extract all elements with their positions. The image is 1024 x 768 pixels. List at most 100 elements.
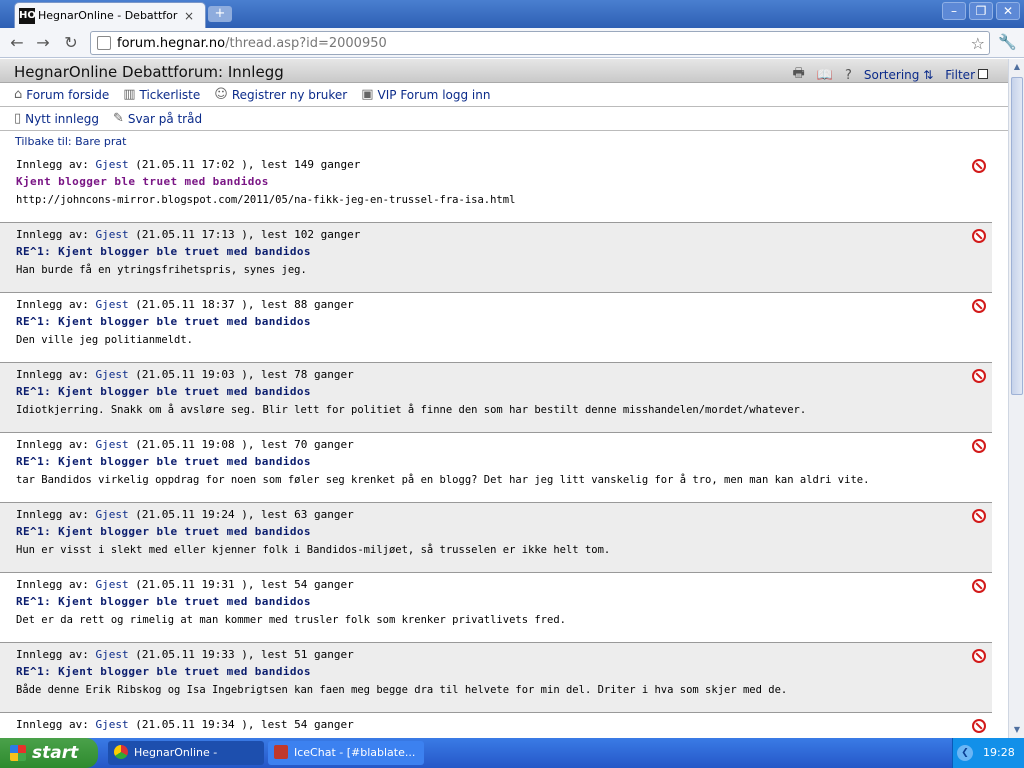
filter-label: Filter	[945, 68, 975, 82]
nav-label: Tickerliste	[139, 87, 201, 102]
filter-checkbox[interactable]	[978, 69, 988, 79]
wrench-menu-icon[interactable]: 🔧	[998, 33, 1017, 51]
post-meta-info: (21.05.11 19:33 ), lest 51 ganger	[128, 648, 354, 661]
post-body: Den ville jeg politianmeldt.	[16, 334, 194, 346]
post-title-link[interactable]: RE^1: Kjent blogger ble truet med bandid…	[16, 453, 992, 471]
post-meta-info: (21.05.11 19:31 ), lest 54 ganger	[128, 578, 354, 591]
post-meta-info: (21.05.11 17:13 ), lest 102 ganger	[128, 228, 361, 241]
post-meta: Innlegg av: Gjest (21.05.11 18:37 ), les…	[16, 297, 992, 313]
forum-nav: ⌂ Forum forside ▥ Tickerliste ☺ Registrer n…	[0, 83, 1008, 107]
post-meta: Innlegg av: Gjest (21.05.11 17:02 ), les…	[16, 157, 992, 173]
help-icon[interactable]: ?	[845, 68, 852, 83]
post-meta-prefix: Innlegg av:	[16, 718, 96, 731]
post-meta-prefix: Innlegg av:	[16, 648, 96, 661]
nav-forum-forside[interactable]: ⌂ Forum forside	[14, 87, 109, 102]
minimize-button[interactable]: –	[942, 2, 966, 20]
start-button[interactable]: start	[0, 738, 98, 768]
maximize-button[interactable]: ❐	[969, 2, 993, 20]
close-window-button[interactable]: ✕	[996, 2, 1020, 20]
post-author-link[interactable]: Gjest	[95, 298, 128, 311]
nav-registrer[interactable]: ☺ Registrer ny bruker	[214, 87, 347, 102]
back-link[interactable]: Tilbake til: Bare prat	[0, 131, 1008, 153]
post-meta: Innlegg av: Gjest (21.05.11 19:24 ), les…	[16, 507, 992, 523]
page-content: HegnarOnline Debattforum: Innlegg 🖶 📖 ? …	[0, 59, 1008, 738]
print-icon[interactable]: 🖶	[793, 64, 805, 86]
nav-label: Registrer ny bruker	[231, 87, 348, 102]
thread-actions: ▯ Nytt innlegg ✎ Svar på tråd	[0, 107, 1008, 131]
post-body: Både denne Erik Ribskog og Isa Ingebrigt…	[16, 684, 788, 696]
forum-post: Innlegg av: Gjest (21.05.11 17:13 ), les…	[0, 223, 992, 293]
block-post-icon[interactable]	[972, 719, 986, 733]
chart-icon: ▥	[123, 87, 136, 102]
post-title-link[interactable]: RE^1: Kjent blogger ble truet med bandid…	[16, 383, 992, 401]
taskbar-item-icechat[interactable]: IceChat - [#blablate...	[268, 741, 424, 765]
page-scrollbar[interactable]: ▲ ▼	[1008, 59, 1024, 738]
post-author-link[interactable]: Gjest	[95, 578, 128, 591]
scroll-thumb[interactable]	[1011, 77, 1023, 395]
tray-expand-icon[interactable]: ❮	[957, 745, 973, 761]
reload-button[interactable]: ↻	[60, 33, 82, 53]
bookmark-star-icon[interactable]: ☆	[971, 34, 985, 53]
post-author-link[interactable]: Gjest	[95, 368, 128, 381]
filter-toggle[interactable]: Filter	[945, 68, 988, 82]
post-title-link[interactable]: RE^1: Kjent blogger ble truet med bandid…	[16, 313, 992, 331]
post-author-link[interactable]: Gjest	[95, 718, 128, 731]
reply-thread-link[interactable]: ✎ Svar på tråd	[113, 111, 202, 126]
block-post-icon[interactable]	[972, 299, 986, 313]
book-icon[interactable]: 📖	[817, 68, 833, 83]
chrome-icon	[114, 745, 128, 759]
post-author-link[interactable]: Gjest	[95, 438, 128, 451]
new-tab-button[interactable]: +	[208, 6, 232, 22]
windows-taskbar: start HegnarOnline - Debat... IceChat - …	[0, 738, 1024, 768]
browser-tab[interactable]: HO HegnarOnline - Debattforum ×	[14, 2, 206, 28]
post-title-link[interactable]: RE^1: Kjent blogger ble truet med bandid…	[16, 523, 992, 541]
post-body: Det er da rett og rimelig at man kommer …	[16, 614, 566, 626]
post-meta: Innlegg av: Gjest (21.05.11 19:33 ), les…	[16, 647, 992, 663]
post-title-link[interactable]: Kjent blogger ble truet med bandidos	[16, 173, 992, 191]
tab-close-icon[interactable]: ×	[184, 9, 194, 23]
post-title-link[interactable]: RE^1: Kjent blogger ble truet med bandid…	[16, 663, 992, 681]
page-title: HegnarOnline Debattforum: Innlegg	[14, 63, 284, 81]
block-post-icon[interactable]	[972, 369, 986, 383]
block-post-icon[interactable]	[972, 579, 986, 593]
forum-post: Innlegg av: Gjest (21.05.11 19:03 ), les…	[0, 363, 992, 433]
post-title-link[interactable]: RE^1: Kjent blogger ble truet med bandid…	[16, 243, 992, 261]
windows-logo-icon	[10, 745, 26, 761]
action-label: Nytt innlegg	[25, 111, 99, 126]
tab-title: HegnarOnline - Debattforum	[38, 9, 178, 22]
nav-vip-login[interactable]: ▣ VIP Forum logg inn	[361, 87, 490, 102]
block-post-icon[interactable]	[972, 439, 986, 453]
forum-post: Innlegg av: Gjest (21.05.11 19:33 ), les…	[0, 643, 992, 713]
scroll-up-icon[interactable]: ▲	[1010, 60, 1024, 74]
post-author-link[interactable]: Gjest	[95, 158, 128, 171]
nav-tickerliste[interactable]: ▥ Tickerliste	[123, 87, 200, 102]
forward-button[interactable]: →	[32, 33, 54, 53]
site-favicon-icon: HO	[19, 7, 36, 24]
post-body: Hun er visst i slekt med eller kjenner f…	[16, 544, 611, 556]
forum-header: HegnarOnline Debattforum: Innlegg 🖶 📖 ? …	[0, 59, 1008, 83]
post-title-link[interactable]: RE^1: Kjent blogger ble truet med bandid…	[16, 593, 992, 611]
block-post-icon[interactable]	[972, 509, 986, 523]
taskbar-item-label: IceChat - [#blablate...	[294, 746, 416, 759]
address-bar[interactable]: forum.hegnar.no /thread.asp?id=2000950 ☆	[90, 31, 990, 55]
home-icon: ⌂	[14, 87, 23, 102]
user-icon: ☺	[214, 87, 228, 102]
taskbar-item-chrome[interactable]: HegnarOnline - Debat...	[108, 741, 264, 765]
post-body: Han burde få en ytringsfrihetspris, syne…	[16, 264, 307, 276]
scroll-down-icon[interactable]: ▼	[1010, 723, 1024, 737]
post-meta: Innlegg av: Gjest (21.05.11 19:03 ), les…	[16, 367, 992, 383]
block-post-icon[interactable]	[972, 159, 986, 173]
nav-label: VIP Forum logg inn	[377, 87, 491, 102]
back-button[interactable]: ←	[6, 33, 28, 53]
post-author-link[interactable]: Gjest	[95, 508, 128, 521]
post-meta-info: (21.05.11 19:34 ), lest 54 ganger	[128, 718, 354, 731]
post-author-link[interactable]: Gjest	[95, 228, 128, 241]
post-author-link[interactable]: Gjest	[95, 648, 128, 661]
page-icon	[97, 36, 111, 50]
start-label: start	[32, 743, 79, 763]
block-post-icon[interactable]	[972, 229, 986, 243]
icechat-icon	[274, 745, 288, 759]
sort-link[interactable]: Sortering ⇅	[864, 68, 933, 82]
block-post-icon[interactable]	[972, 649, 986, 663]
new-post-link[interactable]: ▯ Nytt innlegg	[14, 111, 99, 126]
